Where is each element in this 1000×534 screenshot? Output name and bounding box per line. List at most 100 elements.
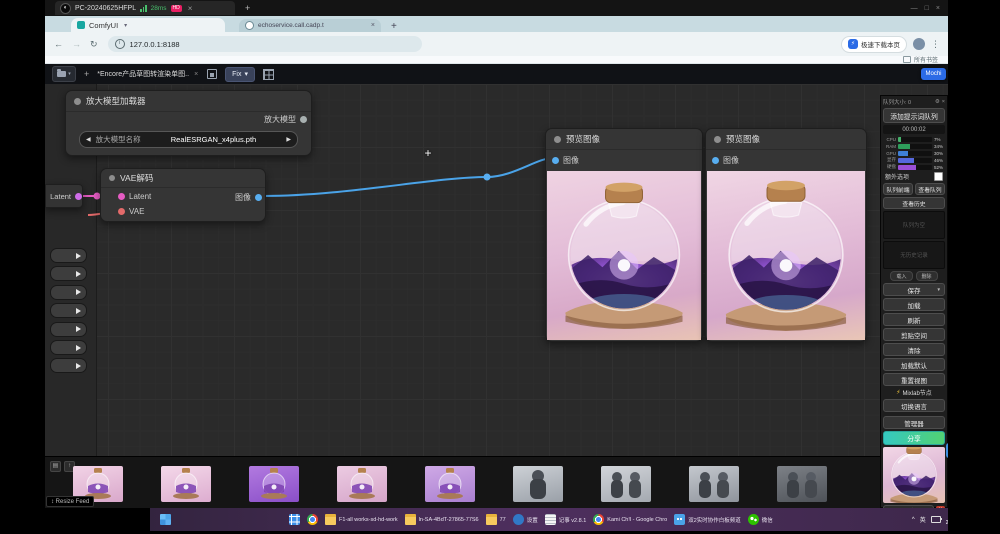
taskbar-item-notes-6[interactable]: 记事 v2.8.1 — [545, 514, 587, 525]
taskbar-item-folder-4[interactable]: 77 — [486, 514, 506, 525]
panel-close-icon[interactable]: × — [942, 99, 945, 105]
address-bar[interactable]: i 127.0.0.1:8188 — [108, 36, 422, 52]
node-preview-image-1[interactable]: 预览图像 图像 — [545, 128, 703, 342]
fix-menu-button[interactable]: Fix ▾ — [225, 67, 255, 82]
taskbar-item-folder-3[interactable]: ln-SA-4BdT-27865-77S6 — [405, 514, 479, 525]
tab-close-icon[interactable]: × — [371, 22, 375, 29]
reload-icon[interactable]: ↻ — [90, 39, 98, 50]
manager-button[interactable]: 管理器 — [883, 416, 945, 429]
all-bookmarks-label[interactable]: 所有书签 — [914, 55, 938, 64]
feed-thumbnail[interactable] — [337, 466, 387, 502]
feed-thumbnail[interactable] — [425, 466, 475, 502]
node-header[interactable]: VAE解码 — [101, 169, 265, 188]
clipspace-button[interactable]: 剪贴空间 — [883, 328, 945, 341]
new-workflow-button[interactable]: + — [84, 69, 89, 79]
widget-upscale-model-name[interactable]: ◀ 放大模型名称 RealESRGAN_x4plus.pth ▶ — [79, 131, 298, 148]
feed-grid-icon[interactable]: ▤ — [50, 461, 61, 472]
input-dot[interactable] — [118, 208, 125, 215]
refresh-button[interactable]: 刷新 — [883, 313, 945, 326]
settings-gear-icon[interactable]: ⚙ — [935, 99, 940, 105]
delete-item-button[interactable]: 删除 — [916, 271, 938, 281]
next-arrow-icon[interactable]: ▶ — [286, 136, 291, 143]
preview-image-jar[interactable] — [547, 171, 701, 340]
workflow-tab[interactable]: *Encore产品草图转渲染单图.. × — [97, 69, 198, 79]
taskbar-item-gear-5[interactable]: 设置 — [513, 514, 538, 525]
save-button[interactable]: 保存▼ — [883, 283, 945, 296]
forward-icon[interactable]: → — [72, 39, 81, 49]
remote-new-tab-button[interactable]: + — [245, 3, 250, 13]
reset-view-button[interactable]: 重置视图 — [883, 373, 945, 386]
workflow-tab-close-icon[interactable]: × — [194, 71, 198, 78]
node-header[interactable]: 放大模型加载器 — [66, 91, 311, 112]
collapse-dot-icon[interactable] — [109, 175, 115, 181]
prev-arrow-icon[interactable]: ◀ — [86, 136, 91, 143]
collapsed-node-stub[interactable] — [50, 358, 87, 373]
feed-thumbnail[interactable] — [777, 466, 827, 502]
node-header[interactable]: 预览图像 — [546, 129, 702, 150]
load-button[interactable]: 加载 — [883, 298, 945, 311]
mixlab-nodes-toggle[interactable]: ⚡ Mixlab节点 — [883, 388, 945, 397]
browser-new-tab-button[interactable]: + — [391, 21, 397, 32]
taskbar-item-chrome[interactable] — [307, 514, 318, 525]
node-latent-partial[interactable]: Latent — [45, 184, 83, 208]
minimize-icon[interactable]: — — [911, 5, 918, 12]
input-language-indicator[interactable]: 英 — [920, 515, 926, 524]
view-history-button[interactable]: 查看历史 — [883, 197, 945, 209]
node-vae-decode[interactable]: VAE解码 Latent VAE 图像 — [100, 168, 266, 222]
load-default-button[interactable]: 加载默认 — [883, 358, 945, 371]
save-workflow-icon[interactable] — [207, 69, 217, 79]
feed-thumbnail[interactable] — [601, 466, 651, 502]
remote-session-tab[interactable]: ◐ PC-20240625HFPL 28ms HD × — [55, 1, 235, 15]
battery-icon[interactable] — [931, 516, 941, 523]
view-queue-button[interactable]: 查看队列 — [915, 183, 945, 195]
taskbar-item-wechat-9[interactable]: 微信 — [748, 514, 773, 525]
close-icon[interactable]: × — [936, 5, 940, 12]
collapsed-node-stub[interactable] — [50, 266, 87, 281]
back-icon[interactable]: ← — [54, 39, 63, 49]
start-button-icon[interactable] — [160, 514, 171, 525]
tray-expand-icon[interactable]: ^ — [912, 517, 915, 523]
browser-tab-comfyui[interactable]: ComfyUI ▾ — [71, 18, 225, 32]
collapse-dot-icon[interactable] — [714, 136, 721, 143]
latest-output-thumbnail[interactable] — [883, 447, 945, 503]
queue-front-button[interactable]: 队列前端 — [883, 183, 913, 195]
extra-options-checkbox[interactable] — [934, 172, 943, 181]
input-dot[interactable] — [712, 157, 719, 164]
share-button[interactable]: 分享 — [883, 431, 945, 445]
queue-prompt-button[interactable]: 添加提示词队列 — [883, 108, 945, 123]
site-info-icon[interactable]: i — [115, 39, 125, 49]
collapsed-node-stub[interactable] — [50, 285, 87, 300]
collapse-dot-icon[interactable] — [554, 136, 561, 143]
load-item-button[interactable]: 载入 — [890, 271, 912, 281]
profile-avatar[interactable] — [913, 38, 925, 50]
output-dot[interactable] — [255, 194, 262, 201]
clear-button[interactable]: 清除 — [883, 343, 945, 356]
mochi-extension-badge[interactable]: Mochi — [921, 68, 946, 80]
collapsed-node-stub[interactable] — [50, 248, 87, 263]
feed-thumbnail[interactable] — [689, 466, 739, 502]
taskbar-item-widgets[interactable] — [289, 514, 300, 525]
workflows-folder-button[interactable]: ▾ — [52, 66, 76, 82]
node-header[interactable]: 预览图像 — [706, 129, 866, 150]
feed-thumbnail[interactable] — [513, 466, 563, 502]
input-dot[interactable] — [118, 193, 125, 200]
node-upscale-model-loader[interactable]: 放大模型加载器 放大模型 ◀ 放大模型名称 RealESRGAN_x4plus.… — [65, 90, 312, 156]
taskbar-item-chrome-7[interactable]: Kami Ch!l - Google Chro — [593, 514, 667, 525]
taskbar-item-chat-8[interactable]: 双2实时协作白板频道 — [674, 514, 741, 525]
download-extension-button[interactable]: ⚡ 极速下载本页 — [841, 36, 907, 53]
switch-language-button[interactable]: 切换语言 — [883, 399, 945, 412]
input-dot[interactable] — [552, 157, 559, 164]
collapsed-node-stub[interactable] — [50, 303, 87, 318]
output-dot[interactable] — [75, 193, 82, 200]
output-dot[interactable] — [300, 116, 307, 123]
browser-menu-icon[interactable]: ⋮ — [931, 39, 940, 50]
collapse-dot-icon[interactable] — [74, 98, 81, 105]
collapsed-node-stub[interactable] — [50, 322, 87, 337]
preview-image-jar[interactable] — [707, 171, 865, 340]
feed-thumbnail[interactable] — [249, 466, 299, 502]
feed-thumbnail[interactable] — [161, 466, 211, 502]
collapsed-node-stub[interactable] — [50, 340, 87, 355]
maximize-icon[interactable]: □ — [925, 5, 929, 12]
grid-view-icon[interactable] — [263, 69, 274, 80]
remote-tab-close-icon[interactable]: × — [188, 4, 193, 13]
